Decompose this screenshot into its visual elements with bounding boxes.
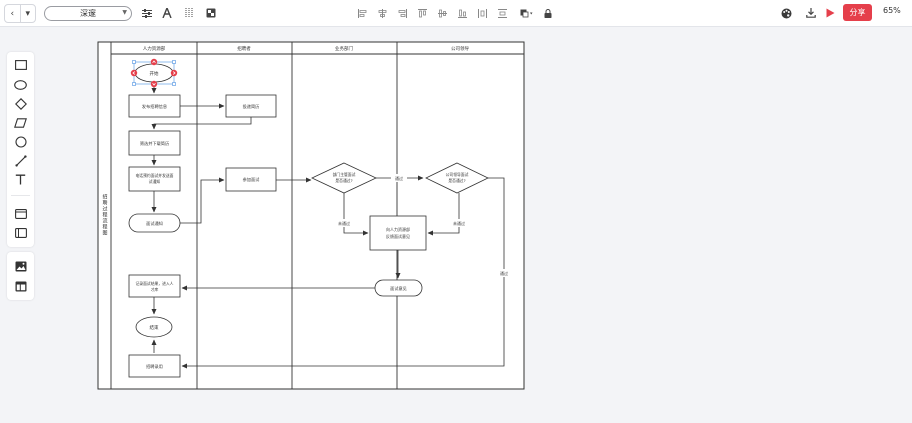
pool-title: 招聘过程流程图 [102, 193, 108, 236]
node-feedback-label-1: 向人力资源部 [386, 226, 410, 232]
node-record[interactable]: 记录面试结果，进入人 才库 [128, 274, 181, 298]
lane-header-hr: 人力资源部 [143, 45, 166, 52]
lane-header-business: 业务部门 [335, 45, 353, 52]
node-submit[interactable]: 投递简历 [225, 94, 277, 118]
node-screen[interactable]: 筛选并下载简历 [128, 130, 181, 156]
node-record-label-1: 记录面试结果，进入人 [136, 281, 174, 286]
node-submit-label: 投递简历 [243, 103, 260, 110]
lane-header-candidate: 招聘者 [237, 45, 251, 52]
node-phone[interactable]: 电话预约面试并发送面 试通知 [128, 166, 181, 192]
node-publish[interactable]: 发布招聘信息 [128, 94, 181, 118]
node-end[interactable]: 结束 [135, 316, 173, 338]
node-feedback[interactable]: 向人力资源部 反馈面试意见 [369, 215, 427, 251]
node-attend-label: 参加面试 [243, 176, 261, 183]
edge-label-fail-1: 未通过 [338, 220, 350, 226]
edge-label-pass-1: 通过 [395, 175, 403, 181]
node-end-label: 结束 [150, 324, 159, 331]
node-dept-label-1: 部门主管面试 [333, 172, 356, 177]
edge-label-pass-2: 通过 [500, 270, 508, 276]
node-phone-label-2: 试通知 [149, 179, 161, 184]
diagram-canvas: 招聘过程流程图 人力资源部 招聘者 业务部门 公司领导 通过 未通过 未通过 通… [97, 41, 525, 390]
node-notice[interactable]: 面试通知 [128, 213, 181, 233]
node-opinion-label: 面试意见 [390, 285, 407, 292]
node-publish-label: 发布招聘信息 [142, 103, 167, 110]
node-lead-label-1: 公司领导面试 [446, 172, 469, 177]
node-hire[interactable]: 招聘录用 [128, 354, 181, 378]
node-dept-label-2: 是否通过? [335, 178, 352, 183]
node-attend[interactable]: 参加面试 [225, 167, 277, 192]
node-screen-label: 筛选并下载简历 [140, 140, 169, 147]
node-record-label-2: 才库 [151, 287, 159, 292]
node-feedback-label-2: 反馈面试意见 [386, 233, 410, 239]
node-notice-label: 面试通知 [146, 220, 163, 227]
node-opinion[interactable]: 面试意见 [374, 279, 423, 297]
node-lead-label-2: 是否通过? [448, 178, 465, 183]
edge-label-fail-2: 未通过 [453, 220, 465, 226]
node-start-label: 开始 [150, 70, 159, 77]
node-hire-label: 招聘录用 [146, 363, 163, 370]
lane-header-leadership: 公司领导 [451, 45, 469, 52]
node-start[interactable]: 开始 [134, 63, 174, 83]
node-phone-label-1: 电话预约面试并发送面 [136, 173, 174, 178]
